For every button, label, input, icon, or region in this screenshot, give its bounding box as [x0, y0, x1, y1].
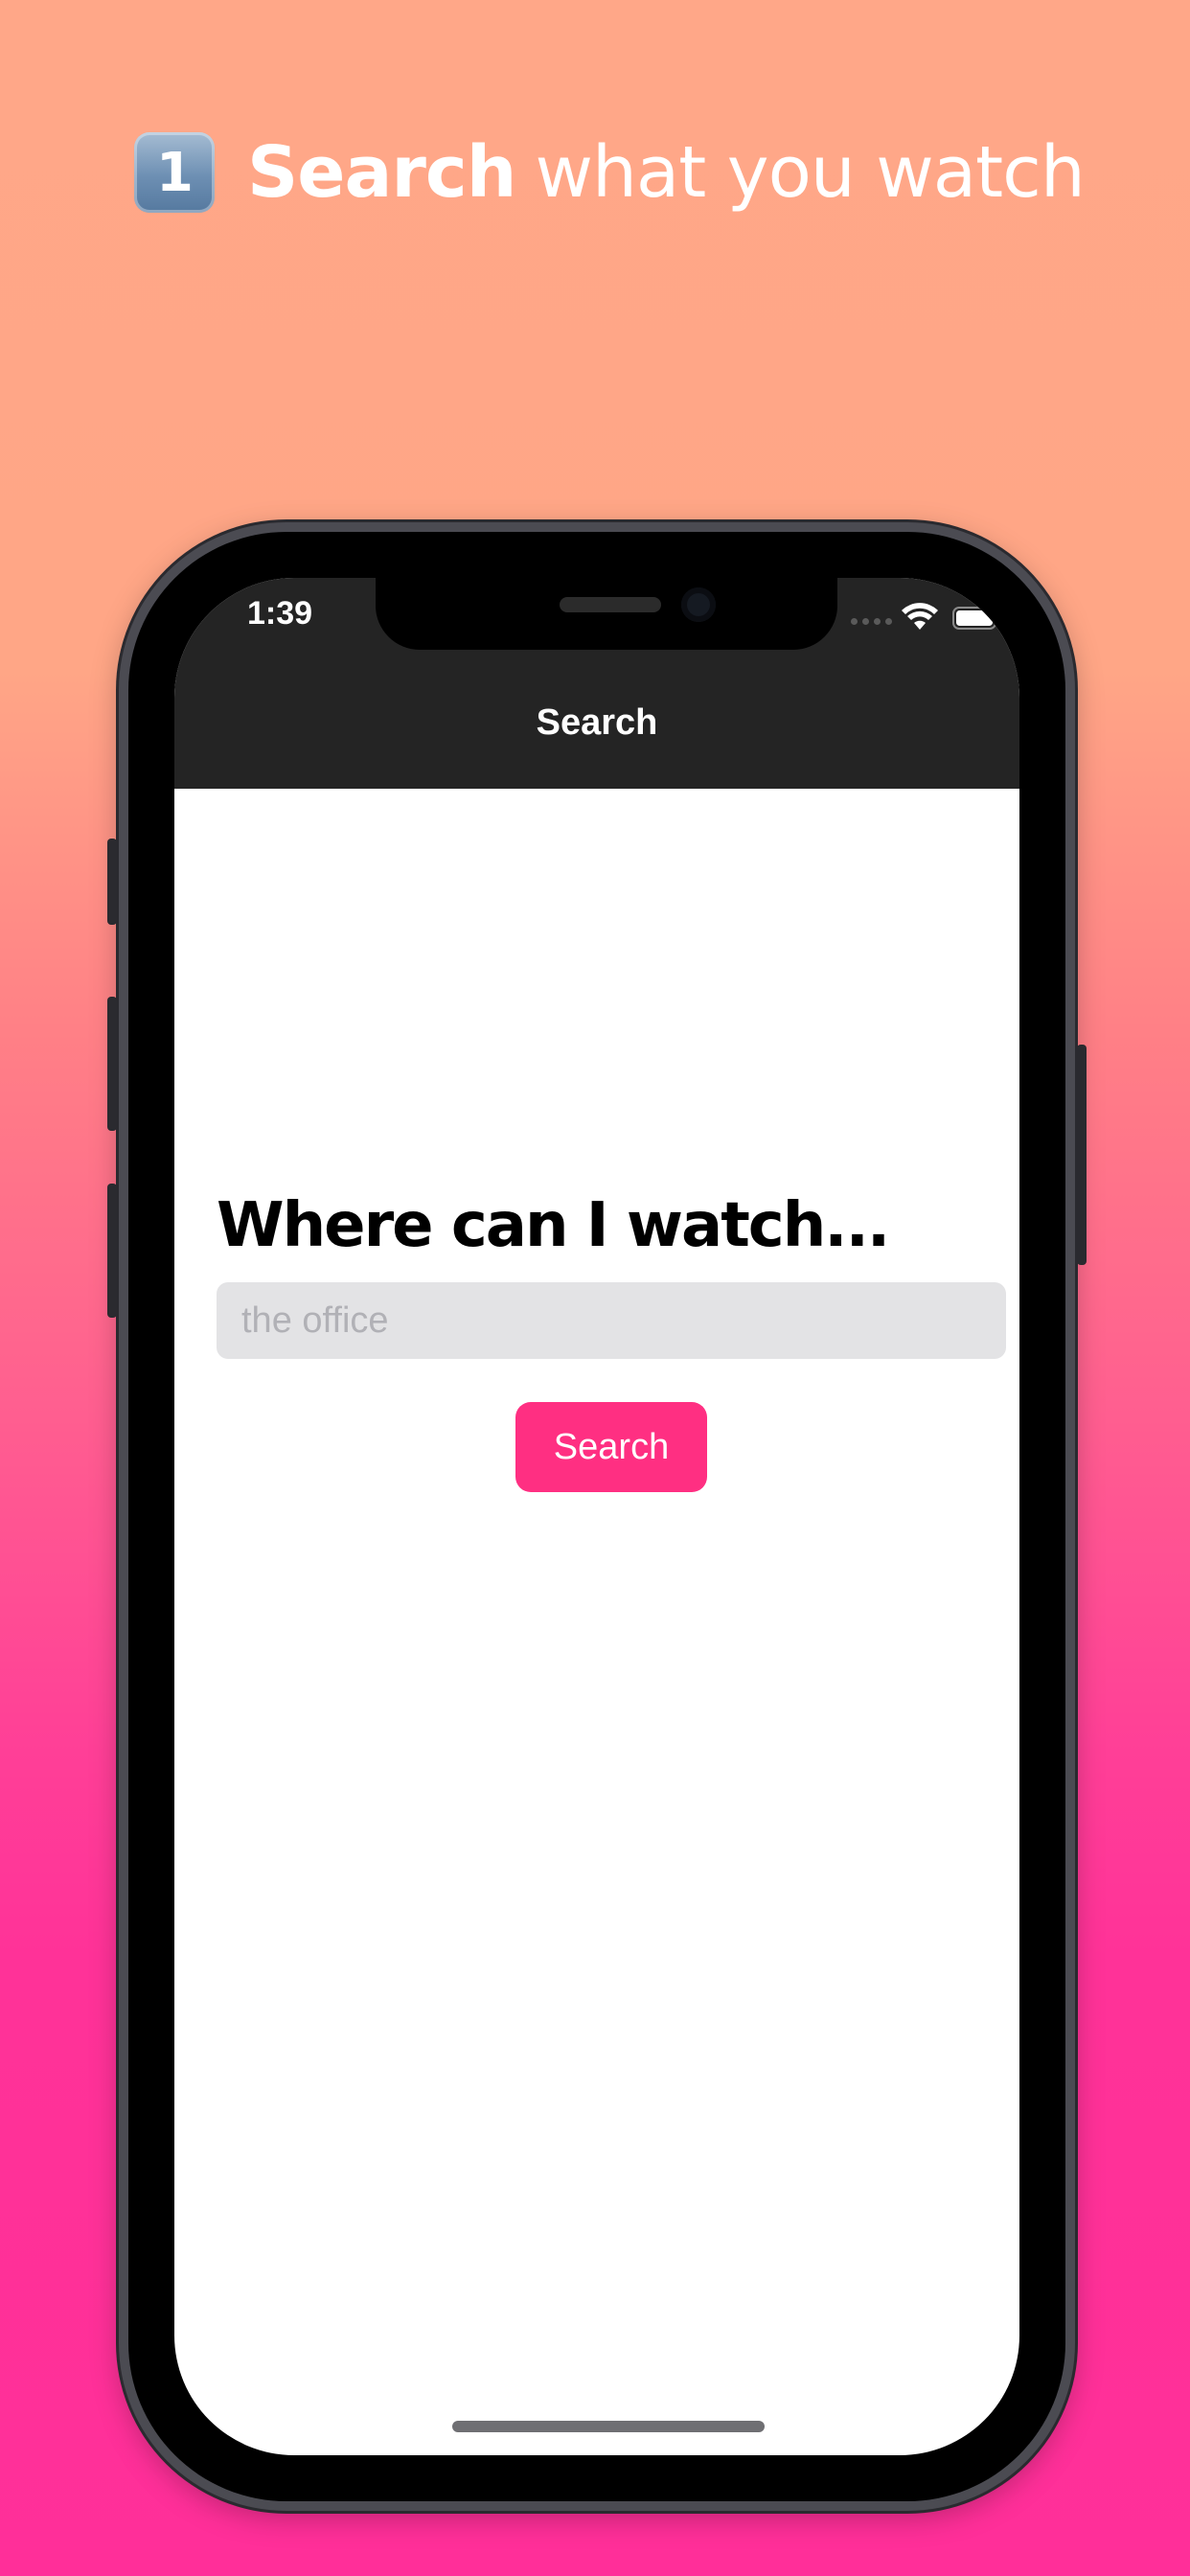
battery-icon: [952, 607, 1000, 630]
notch: [376, 578, 837, 650]
navigation-bar: 1:39 Search: [174, 578, 1019, 789]
promo-headline: 1 Search what you watch: [134, 125, 1086, 220]
search-button[interactable]: Search: [515, 1402, 707, 1492]
search-form: Where can I watch... Search: [217, 1186, 1006, 1492]
volume-up-button: [107, 997, 117, 1131]
nav-title: Search: [536, 702, 658, 743]
step-number: 1: [156, 141, 194, 204]
headline-strong-text: Search: [247, 131, 516, 214]
cellular-signal-icon: [851, 618, 892, 625]
action-button: [107, 839, 117, 925]
keycap-one-icon: 1: [134, 132, 215, 213]
phone-frame: 1:39 Search Where can I watch... the off…: [107, 522, 1087, 2511]
phone-bezel: 1:39 Search Where can I watch... the off…: [128, 532, 1065, 2501]
status-time: 1:39: [247, 595, 313, 632]
front-camera-icon: [681, 587, 716, 622]
page-title: Where can I watch...: [217, 1190, 890, 1261]
home-indicator[interactable]: [452, 2421, 765, 2432]
headline-light-text: what you watch: [535, 131, 1085, 214]
wifi-icon: [902, 603, 938, 630]
speaker-grille: [560, 597, 661, 612]
phone-screen: 1:39 Search Where can I watch... the off…: [174, 578, 1019, 2455]
volume-down-button: [107, 1184, 117, 1318]
search-input[interactable]: [217, 1282, 1006, 1359]
power-button: [1077, 1045, 1087, 1265]
